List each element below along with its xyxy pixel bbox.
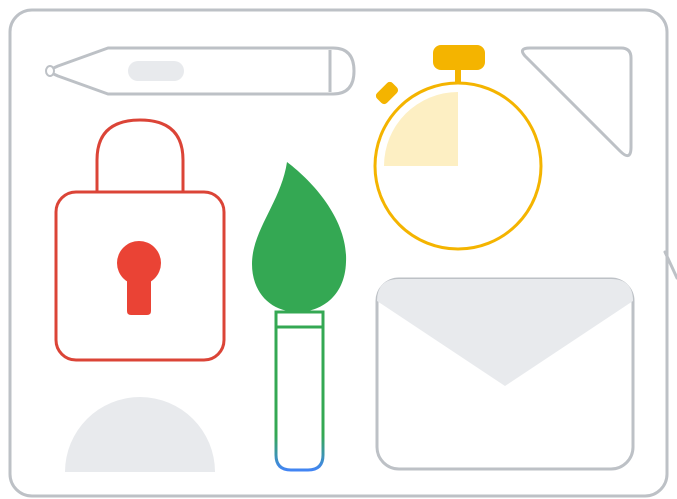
envelope-icon	[375, 277, 635, 471]
tools-illustration	[8, 8, 677, 498]
pencil-icon	[45, 46, 356, 96]
